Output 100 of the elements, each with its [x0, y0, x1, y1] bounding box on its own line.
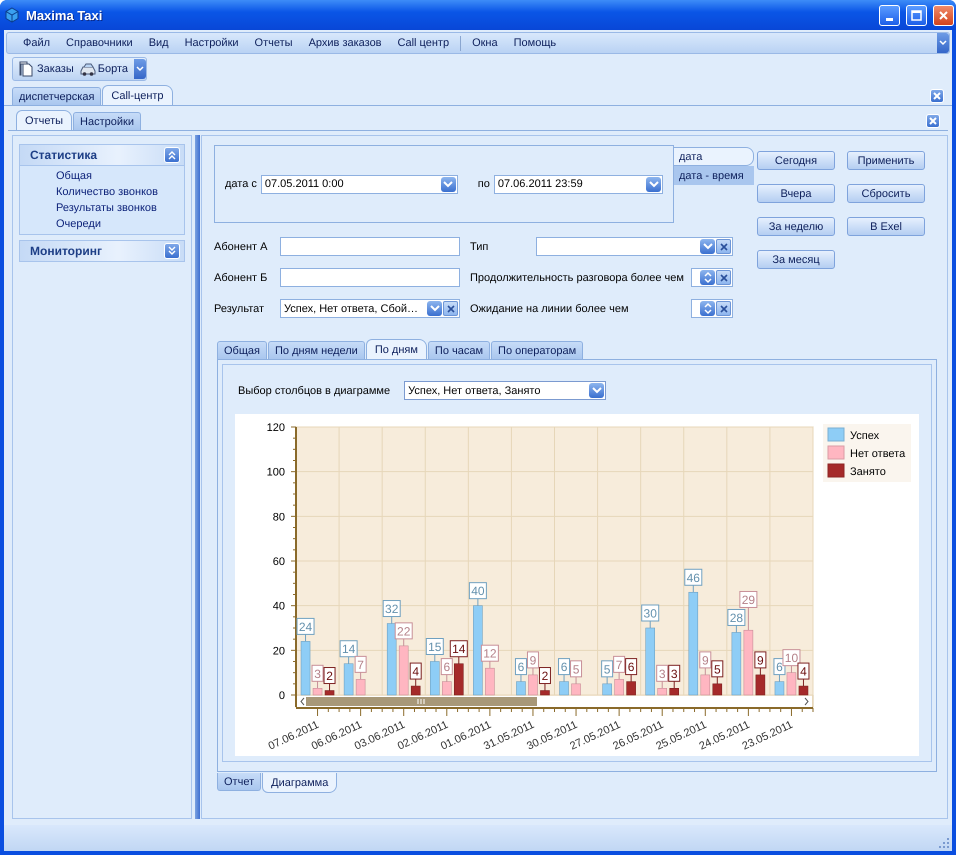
data-label: 3	[670, 666, 678, 681]
clear-button[interactable]	[716, 301, 731, 316]
dropdown-button[interactable]	[700, 239, 715, 254]
spin-buttons[interactable]	[700, 270, 715, 285]
bar	[602, 684, 612, 696]
sidebar-link[interactable]: Количество звонков	[56, 186, 184, 198]
bar	[430, 661, 440, 696]
action-button[interactable]: Применить	[847, 151, 925, 170]
clear-button[interactable]	[716, 239, 731, 254]
bar	[614, 679, 624, 696]
menu-item[interactable]: Call центр	[390, 37, 458, 49]
field-label: по	[478, 178, 490, 190]
section-tab[interactable]: Отчеты	[16, 110, 72, 130]
toolbar-button[interactable]: Заказы	[19, 61, 74, 77]
dropdown-button[interactable]	[440, 176, 456, 192]
bar	[756, 674, 766, 696]
report-tab[interactable]: По дням недели	[268, 341, 365, 359]
data-label: 32	[382, 600, 401, 624]
text-field[interactable]	[280, 268, 460, 287]
action-button[interactable]: Вчера	[757, 184, 835, 203]
spin-field[interactable]	[691, 268, 733, 287]
car-icon	[80, 61, 96, 77]
menu-item[interactable]: Отчеты	[246, 37, 301, 49]
field-label: Абонент А	[214, 240, 268, 252]
spin-buttons[interactable]	[700, 301, 715, 316]
close-button[interactable]	[933, 4, 954, 26]
data-label: 5	[604, 662, 611, 676]
sidebar-link[interactable]: Общая	[56, 170, 184, 182]
bar	[798, 686, 808, 696]
close-tab-button[interactable]	[926, 114, 940, 128]
dropdown-button[interactable]	[427, 301, 442, 316]
dropdown-button[interactable]	[646, 176, 661, 192]
report-tab[interactable]: По дням	[366, 339, 427, 359]
data-label: 2	[324, 667, 336, 692]
text-field[interactable]	[280, 237, 460, 256]
combo-field[interactable]: Успех, Нет ответа, Сбой…	[280, 299, 460, 318]
axis-label: 60	[272, 556, 285, 568]
clear-button[interactable]	[443, 301, 458, 316]
data-label: 30	[641, 604, 660, 628]
menu-item[interactable]: Справочники	[58, 37, 141, 49]
sidebar-link[interactable]: Результаты звонков	[56, 202, 184, 214]
action-button[interactable]: В Exel	[847, 217, 925, 236]
menu-overflow-button[interactable]	[937, 33, 949, 53]
resize-grip-icon[interactable]	[938, 837, 950, 849]
action-button[interactable]: Сегодня	[757, 151, 835, 170]
menu-item[interactable]: Файл	[15, 37, 58, 49]
sidebar-group-header[interactable]: Статистика	[19, 144, 186, 166]
spin-field[interactable]	[691, 299, 733, 318]
bar	[300, 641, 310, 696]
sidebar-link[interactable]: Очереди	[56, 218, 184, 230]
x-icon	[718, 240, 730, 252]
sidebar-group-header[interactable]: Мониторинг	[19, 240, 186, 262]
columns-combo[interactable]: Успех, Нет ответа, Занято	[404, 381, 606, 400]
action-button[interactable]: За месяц	[757, 250, 835, 269]
scrollbar[interactable]	[297, 696, 812, 707]
collapse-icon[interactable]	[164, 243, 180, 259]
collapse-icon[interactable]	[164, 147, 180, 163]
section-tab[interactable]: Настройки	[73, 112, 141, 130]
date-field[interactable]: 07.05.2011 0:00	[260, 174, 458, 194]
minimize-button[interactable]	[879, 4, 900, 26]
toolbar-overflow-button[interactable]	[134, 59, 146, 79]
view-tab[interactable]: Диаграмма	[262, 773, 338, 793]
action-button[interactable]: Сбросить	[847, 184, 925, 203]
data-label: 6	[518, 660, 525, 674]
dropdown-button[interactable]	[589, 383, 604, 398]
bar	[645, 628, 655, 696]
field-label: Ожидание на линии более чем	[470, 302, 630, 314]
data-label: 32	[385, 602, 399, 616]
close-icon	[931, 90, 943, 102]
menu-item[interactable]: Окна	[464, 37, 506, 49]
date-field[interactable]: 07.06.2011 23:59	[494, 174, 663, 194]
menu-item[interactable]: Вид	[140, 37, 177, 49]
document-tab[interactable]: Call-центр	[102, 85, 173, 105]
action-button[interactable]: За неделю	[757, 217, 835, 236]
document-tab[interactable]: диспетчерская	[12, 87, 102, 105]
maximize-button[interactable]	[906, 4, 927, 26]
data-label: 3	[658, 666, 666, 681]
field-label: Тип	[470, 240, 490, 252]
data-label: 4	[797, 662, 810, 687]
report-tab[interactable]: По часам	[428, 341, 490, 359]
data-label: 3	[668, 664, 680, 689]
menu-item[interactable]: Настройки	[176, 37, 247, 49]
bar	[398, 646, 408, 696]
data-label: 46	[684, 568, 702, 593]
close-tab-button[interactable]	[930, 89, 944, 103]
menu-item[interactable]: Помощь	[506, 37, 564, 49]
data-label: 6	[776, 660, 784, 674]
report-tab[interactable]: Общая	[217, 341, 267, 359]
data-label: 40	[468, 582, 487, 606]
clear-button[interactable]	[716, 270, 731, 285]
menu-item[interactable]: Архив заказов	[300, 37, 390, 49]
mode-tab[interactable]: дата - время	[674, 166, 754, 185]
x-icon	[718, 302, 730, 314]
report-tab[interactable]: По операторам	[491, 341, 584, 359]
toolbar-button[interactable]: Борта	[80, 61, 128, 77]
view-tab[interactable]: Отчет	[217, 773, 262, 791]
combo-field[interactable]	[536, 237, 733, 256]
data-label: 14	[452, 642, 466, 656]
mode-tab[interactable]: дата	[674, 147, 754, 166]
axis-label: 0	[278, 690, 285, 702]
